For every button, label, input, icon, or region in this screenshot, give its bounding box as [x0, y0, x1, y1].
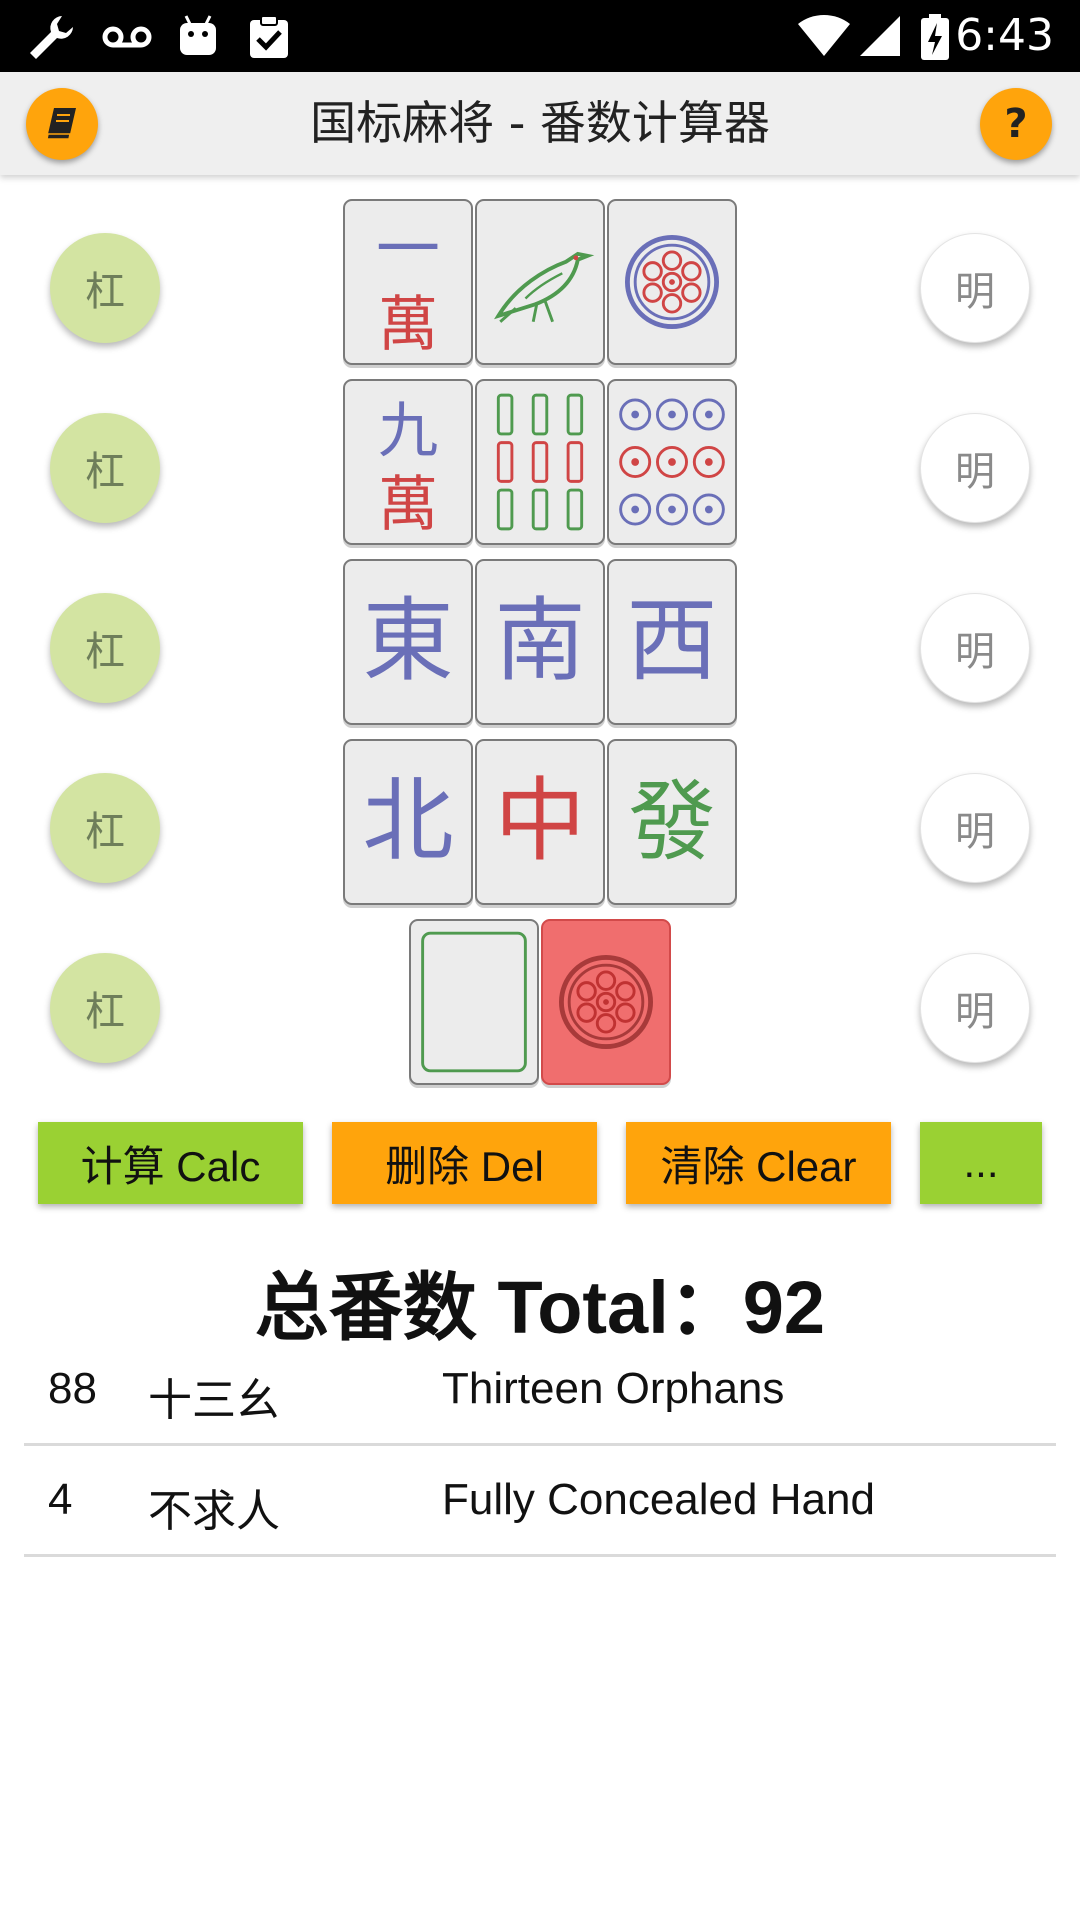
help-icon: ? — [1004, 101, 1028, 147]
android-icon — [180, 15, 216, 55]
page-title: 国标麻将 - 番数计算器 — [310, 96, 770, 150]
tile-9-character[interactable]: 九 萬 — [343, 379, 473, 545]
help-button[interactable]: ? — [980, 88, 1052, 160]
tile-glyph: 西 — [626, 588, 717, 694]
calc-label: 计算 Calc — [80, 1142, 261, 1190]
open-label: 明 — [955, 449, 995, 495]
kong-label: 杠 — [85, 269, 125, 315]
tile-1-character[interactable]: 一 萬 — [343, 199, 473, 365]
tile-top-char: 九 — [378, 396, 438, 466]
clear-label: 清除 Clear — [660, 1142, 857, 1190]
tile-bottom-char: 萬 — [378, 470, 438, 540]
circle-1-icon — [558, 954, 654, 1050]
result-name-en: Thirteen Orphans — [442, 1364, 785, 1413]
tile-green-dragon[interactable]: 發 — [607, 739, 737, 905]
open-button[interactable]: 明 — [920, 413, 1030, 523]
app-bar: 国标麻将 - 番数计算器 ? — [0, 72, 1080, 175]
tile-top-char: 一 — [376, 213, 440, 287]
result-row: 88 十三幺 Thirteen Orphans — [24, 1336, 1056, 1446]
tile-1-circle-selected[interactable] — [541, 919, 671, 1085]
result-name-en: Fully Concealed Hand — [442, 1475, 875, 1524]
kong-label: 杠 — [85, 629, 125, 675]
kong-button[interactable]: 杠 — [50, 593, 160, 703]
kong-button[interactable]: 杠 — [50, 953, 160, 1063]
tile-west-wind[interactable]: 西 — [607, 559, 737, 725]
clipboard-check-icon — [250, 15, 288, 58]
bird-icon — [494, 251, 595, 323]
tile-red-dragon[interactable]: 中 — [475, 739, 605, 905]
tile-east-wind[interactable]: 東 — [343, 559, 473, 725]
result-name-zh: 不求人 — [148, 1487, 280, 1536]
voicemail-icon — [102, 26, 152, 48]
delete-button[interactable]: 删除 Del — [332, 1122, 597, 1204]
open-button[interactable]: 明 — [920, 593, 1030, 703]
kong-label: 杠 — [85, 989, 125, 1035]
open-label: 明 — [955, 269, 995, 315]
result-name-zh: 十三幺 — [148, 1376, 280, 1425]
tile-glyph: 中 — [494, 768, 585, 874]
tile-1-bamboo[interactable] — [475, 199, 605, 365]
tile-south-wind[interactable]: 南 — [475, 559, 605, 725]
calc-button[interactable]: 计算 Calc — [38, 1122, 303, 1204]
kong-label: 杠 — [85, 809, 125, 855]
tile-glyph: 東 — [362, 588, 453, 694]
delete-label: 删除 Del — [385, 1142, 544, 1190]
open-label: 明 — [955, 989, 995, 1035]
status-bar: 6:43 — [0, 0, 1080, 72]
clock: 6:43 — [955, 10, 1054, 61]
wrench-icon — [30, 16, 73, 59]
bamboo-9-icon — [496, 393, 584, 531]
open-button[interactable]: 明 — [920, 773, 1030, 883]
tile-glyph: 發 — [628, 771, 715, 873]
clear-button[interactable]: 清除 Clear — [626, 1122, 891, 1204]
kong-button[interactable]: 杠 — [50, 773, 160, 883]
tile-glyph: 北 — [362, 768, 453, 874]
result-fan: 88 — [48, 1364, 97, 1413]
kong-button[interactable]: 杠 — [50, 233, 160, 343]
blank-frame-icon — [421, 931, 527, 1073]
open-button[interactable]: 明 — [920, 953, 1030, 1063]
tile-9-bamboo[interactable] — [475, 379, 605, 545]
tile-bottom-char: 萬 — [378, 290, 438, 360]
tile-white-dragon[interactable] — [409, 919, 539, 1085]
battery-charging-icon — [921, 14, 949, 60]
signal-icon — [860, 16, 900, 56]
more-label: ... — [963, 1139, 999, 1186]
kong-button[interactable]: 杠 — [50, 413, 160, 523]
open-label: 明 — [955, 809, 995, 855]
circle-1-icon — [624, 234, 720, 330]
result-fan: 4 — [48, 1475, 73, 1524]
wifi-icon — [798, 14, 850, 57]
more-button[interactable]: ... — [920, 1122, 1042, 1204]
open-label: 明 — [955, 629, 995, 675]
tile-9-circle[interactable] — [607, 379, 737, 545]
result-row: 4 不求人 Fully Concealed Hand — [24, 1447, 1056, 1557]
circle-9-icon — [619, 398, 725, 526]
kong-label: 杠 — [85, 449, 125, 495]
tile-glyph: 南 — [494, 588, 585, 694]
tile-1-circle[interactable] — [607, 199, 737, 365]
open-button[interactable]: 明 — [920, 233, 1030, 343]
tile-north-wind[interactable]: 北 — [343, 739, 473, 905]
